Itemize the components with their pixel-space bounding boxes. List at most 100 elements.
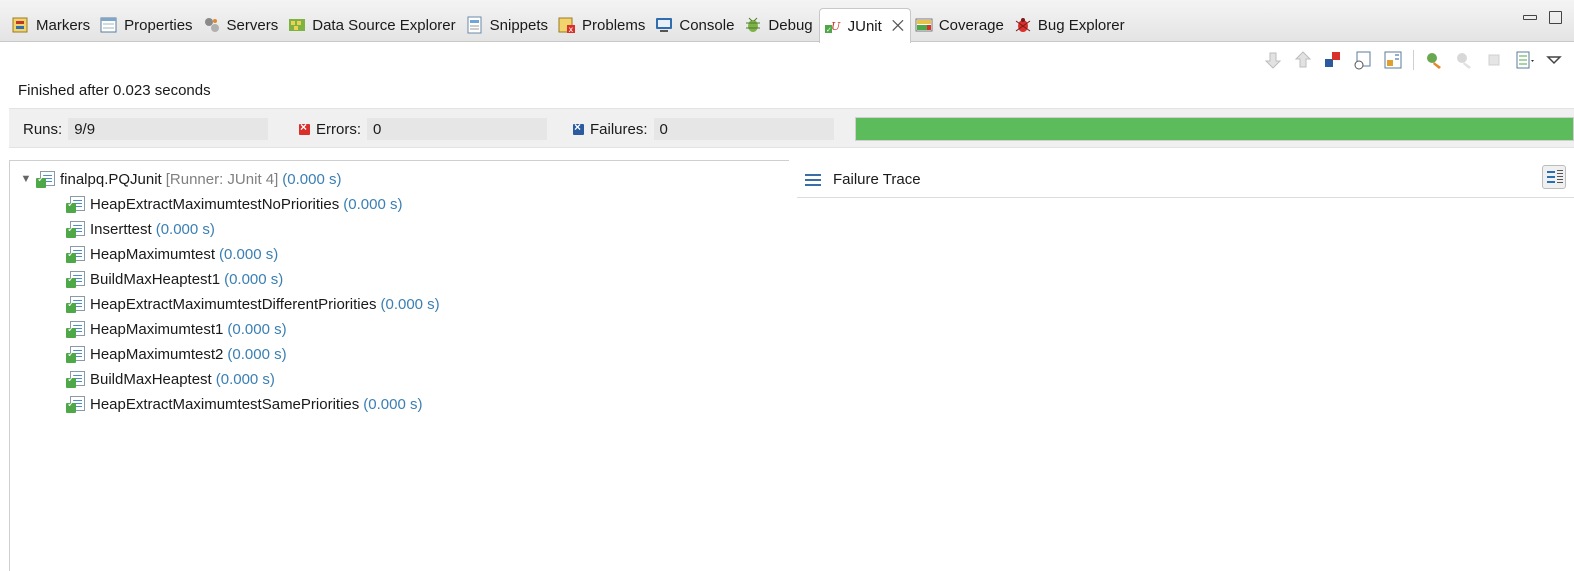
- snippets-icon: [466, 16, 484, 34]
- test-case-time: (0.000 s): [224, 270, 284, 288]
- rerun-failed-first-icon[interactable]: [1454, 50, 1474, 70]
- test-case-row[interactable]: HeapExtractMaximumtestDifferentPrioritie…: [66, 293, 440, 315]
- tab-label: Problems: [582, 16, 646, 34]
- runs-label: Runs:: [23, 120, 63, 138]
- expand-toggle-icon[interactable]: ▼: [20, 173, 32, 185]
- show-failures-only-icon[interactable]: [1323, 50, 1343, 70]
- test-case-row[interactable]: HeapExtractMaximumtestSamePriorities(0.0…: [66, 393, 422, 415]
- coverage-icon: [915, 16, 933, 34]
- tab-data-source-explorer[interactable]: Data Source Explorer: [284, 8, 461, 42]
- test-case-time: (0.000 s): [380, 295, 440, 313]
- runs-value: 9/9: [68, 118, 269, 140]
- tab-label: Snippets: [489, 16, 549, 34]
- errors-value: 0: [367, 118, 547, 140]
- test-passed-icon: [66, 370, 86, 388]
- minimize-icon[interactable]: [1522, 10, 1537, 24]
- tab-label: Markers: [36, 16, 91, 34]
- console-icon: [655, 16, 673, 34]
- tab-properties[interactable]: Properties: [96, 8, 198, 42]
- finished-status: Finished after 0.023 seconds: [18, 82, 211, 99]
- scroll-lock-icon[interactable]: [1383, 50, 1403, 70]
- test-case-name: BuildMaxHeaptest1: [90, 270, 221, 288]
- test-run-history-icon[interactable]: [1514, 50, 1534, 70]
- test-case-row[interactable]: HeapMaximumtest(0.000 s): [66, 243, 278, 265]
- tab-problems[interactable]: x Problems: [554, 8, 651, 42]
- tab-snippets[interactable]: Snippets: [462, 8, 554, 42]
- test-progress-fill: [856, 118, 1573, 140]
- counter-panel: Runs: 9/9 Errors: 0 Failures: 0: [9, 108, 1574, 148]
- tree-root-row[interactable]: ▼ finalpq.PQJunit [Runner: JUnit 4] (0.0…: [20, 168, 342, 190]
- suite-name: finalpq.PQJunit: [60, 170, 162, 188]
- test-case-row[interactable]: HeapMaximumtest2(0.000 s): [66, 343, 287, 365]
- tab-markers[interactable]: Markers: [8, 8, 96, 42]
- test-case-row[interactable]: BuildMaxHeaptest1(0.000 s): [66, 268, 283, 290]
- errors-label: Errors:: [316, 120, 361, 138]
- stop-icon[interactable]: [1484, 50, 1504, 70]
- tab-label: Debug: [768, 16, 813, 34]
- test-case-name: HeapMaximumtest2: [90, 345, 224, 363]
- test-passed-icon: [66, 395, 86, 413]
- test-case-name: HeapExtractMaximumtestSamePriorities: [90, 395, 360, 413]
- junit-toolbar: [1263, 50, 1564, 70]
- debug-icon: [744, 16, 762, 34]
- tab-coverage[interactable]: Coverage: [911, 8, 1010, 42]
- error-icon: [299, 120, 310, 135]
- stack-trace-icon: [805, 173, 823, 187]
- runs-counter: Runs: 9/9: [23, 117, 269, 141]
- test-passed-icon: [66, 245, 86, 263]
- test-case-time: (0.000 s): [227, 345, 287, 363]
- test-tree: ▼ finalpq.PQJunit [Runner: JUnit 4] (0.0…: [9, 160, 789, 571]
- test-passed-icon: [66, 320, 86, 338]
- junit-icon: ✓ U: [824, 17, 842, 35]
- failures-value: 0: [653, 118, 834, 140]
- view-menu-icon[interactable]: [1544, 50, 1564, 70]
- close-icon[interactable]: ⨉: [892, 18, 904, 35]
- tab-label: JUnit: [847, 17, 882, 35]
- test-case-row[interactable]: BuildMaxHeaptest(0.000 s): [66, 368, 275, 390]
- test-case-time: (0.000 s): [219, 245, 279, 263]
- tab-list: Markers Properties Servers Data Source E…: [8, 8, 1131, 43]
- test-case-row[interactable]: HeapExtractMaximumtestNoPriorities(0.000…: [66, 193, 402, 215]
- tab-bug-explorer[interactable]: Bug Explorer: [1010, 8, 1131, 42]
- tab-label: Data Source Explorer: [312, 16, 456, 34]
- tab-label: Servers: [226, 16, 279, 34]
- maximize-icon[interactable]: [1548, 10, 1562, 24]
- problems-icon: x: [558, 16, 576, 34]
- rerun-test-icon[interactable]: [1424, 50, 1444, 70]
- test-case-name: Inserttest: [90, 220, 152, 238]
- test-case-name: HeapExtractMaximumtestDifferentPrioritie…: [90, 295, 377, 313]
- next-failure-icon[interactable]: [1263, 50, 1283, 70]
- show-skipped-icon[interactable]: [1353, 50, 1373, 70]
- suite-time: (0.000 s): [282, 170, 342, 188]
- test-case-name: HeapExtractMaximumtestNoPriorities: [90, 195, 340, 213]
- tab-servers[interactable]: Servers: [199, 8, 285, 42]
- test-case-time: (0.000 s): [215, 370, 275, 388]
- previous-failure-icon[interactable]: [1293, 50, 1313, 70]
- tab-label: Properties: [124, 16, 193, 34]
- failure-icon: [573, 120, 584, 135]
- test-case-time: (0.000 s): [363, 395, 423, 413]
- test-case-time: (0.000 s): [343, 195, 403, 213]
- failure-trace-title: Failure Trace: [833, 171, 921, 188]
- tab-label: Bug Explorer: [1037, 16, 1125, 34]
- tab-junit[interactable]: ✓ U JUnit ⨉: [818, 8, 911, 43]
- test-case-row[interactable]: HeapMaximumtest1(0.000 s): [66, 318, 287, 340]
- test-passed-icon: [66, 270, 86, 288]
- test-case-time: (0.000 s): [227, 320, 287, 338]
- servers-icon: [203, 16, 221, 34]
- failure-trace-header: Failure Trace: [797, 162, 1574, 198]
- window-controls: [1522, 10, 1562, 24]
- tab-console[interactable]: Console: [651, 8, 740, 42]
- test-case-name: HeapMaximumtest1: [90, 320, 224, 338]
- test-case-row[interactable]: Inserttest(0.000 s): [66, 218, 215, 240]
- test-passed-icon: [66, 295, 86, 313]
- test-case-name: HeapMaximumtest: [90, 245, 216, 263]
- svg-text:U: U: [831, 20, 841, 33]
- view-tab-bar: Markers Properties Servers Data Source E…: [0, 0, 1574, 43]
- toolbar-separator: [1413, 50, 1414, 70]
- failures-counter: Failures: 0: [573, 117, 834, 141]
- tab-debug[interactable]: Debug: [740, 8, 818, 42]
- filter-stack-trace-icon[interactable]: [1542, 165, 1566, 189]
- failures-label: Failures:: [590, 120, 648, 138]
- bug-explorer-icon: [1014, 16, 1032, 34]
